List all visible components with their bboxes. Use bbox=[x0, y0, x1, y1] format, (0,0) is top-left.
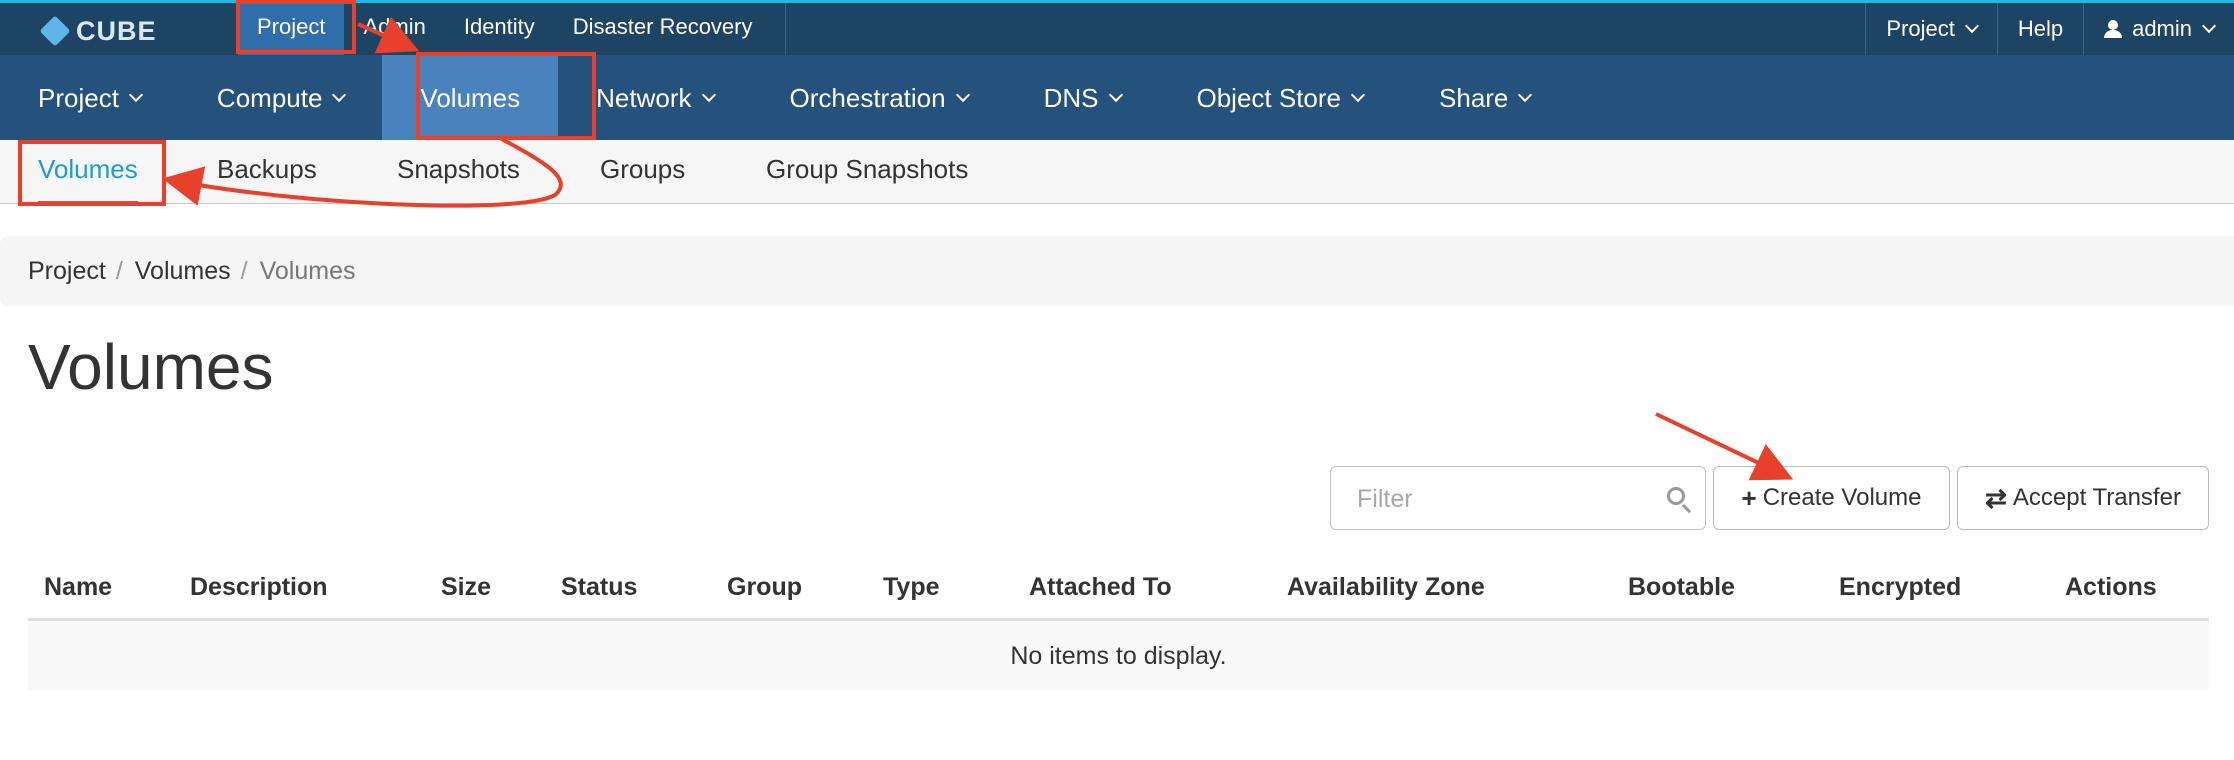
cube-logo-icon bbox=[39, 15, 71, 47]
mainnav-volumes[interactable]: Volumes bbox=[382, 55, 559, 140]
subnav-snapshots[interactable]: Snapshots bbox=[397, 140, 520, 204]
topnav-admin[interactable]: Admin bbox=[344, 3, 444, 55]
breadcrumb-separator: / bbox=[115, 256, 123, 285]
chevron-down-icon bbox=[1108, 87, 1123, 102]
breadcrumb: Project / Volumes / Volumes bbox=[0, 236, 2234, 306]
sub-nav: Volumes Backups Snapshots Groups Group S… bbox=[0, 140, 2234, 204]
create-volume-label: Create Volume bbox=[1762, 484, 1922, 511]
mainnav-share[interactable]: Share bbox=[1401, 55, 1568, 140]
mainnav-network-label: Network bbox=[596, 82, 692, 113]
column-attached-to[interactable]: Attached To bbox=[1013, 556, 1271, 621]
column-availability-zone[interactable]: Availability Zone bbox=[1271, 556, 1612, 621]
chevron-down-icon bbox=[128, 87, 143, 102]
column-size[interactable]: Size bbox=[425, 556, 545, 621]
mainnav-share-label: Share bbox=[1439, 82, 1509, 113]
active-tab-underline bbox=[38, 201, 138, 204]
filter-input[interactable] bbox=[1355, 479, 1659, 519]
mainnav-compute-label: Compute bbox=[216, 82, 323, 113]
top-right-menu: Project Help admin bbox=[1865, 3, 2234, 55]
mainnav-project-label: Project bbox=[38, 82, 119, 113]
column-status[interactable]: Status bbox=[545, 556, 711, 621]
page-title: Volumes bbox=[28, 331, 274, 403]
create-volume-button[interactable]: + Create Volume bbox=[1713, 466, 1950, 530]
chevron-down-icon bbox=[1350, 87, 1366, 102]
top-nav: Project Admin Identity Disaster Recovery bbox=[238, 3, 772, 55]
mainnav-project[interactable]: Project bbox=[0, 55, 179, 140]
user-icon bbox=[2104, 20, 2123, 38]
search-icon[interactable] bbox=[1667, 487, 1685, 505]
topnav-project[interactable]: Project bbox=[238, 3, 345, 55]
filter-field bbox=[1330, 466, 1706, 530]
chevron-down-icon bbox=[332, 87, 347, 102]
top-bar: CUBE Project Admin Identity Disaster Rec… bbox=[0, 0, 2234, 55]
topnav-identity[interactable]: Identity bbox=[445, 3, 554, 55]
mainnav-compute[interactable]: Compute bbox=[179, 55, 383, 140]
column-type[interactable]: Type bbox=[867, 556, 1013, 621]
main-nav: Project Compute Volumes Network Orchestr… bbox=[0, 55, 2234, 140]
accept-transfer-button[interactable]: ⇄ Accept Transfer bbox=[1957, 466, 2209, 530]
mainnav-object-store-label: Object Store bbox=[1196, 82, 1342, 113]
chevron-down-icon bbox=[1964, 18, 1979, 34]
mainnav-object-store[interactable]: Object Store bbox=[1159, 55, 1402, 140]
breadcrumb-project[interactable]: Project bbox=[28, 257, 106, 286]
subnav-group-snapshots[interactable]: Group Snapshots bbox=[766, 140, 968, 204]
subnav-backups[interactable]: Backups bbox=[217, 140, 317, 204]
subnav-volumes[interactable]: Volumes bbox=[38, 140, 138, 204]
breadcrumb-current: Volumes bbox=[259, 256, 356, 285]
subnav-groups[interactable]: Groups bbox=[600, 140, 685, 204]
chevron-down-icon bbox=[1518, 87, 1533, 102]
column-encrypted[interactable]: Encrypted bbox=[1823, 556, 2049, 621]
mainnav-network[interactable]: Network bbox=[558, 55, 751, 140]
column-description[interactable]: Description bbox=[174, 556, 425, 621]
column-name[interactable]: Name bbox=[28, 556, 174, 621]
chevron-down-icon bbox=[2201, 18, 2217, 34]
breadcrumb-separator: / bbox=[240, 256, 248, 285]
project-dropdown-label: Project bbox=[1886, 16, 1955, 41]
column-group[interactable]: Group bbox=[711, 556, 867, 621]
project-dropdown[interactable]: Project bbox=[1865, 3, 1996, 55]
mainnav-dns-label: DNS bbox=[1043, 82, 1099, 113]
exchange-icon: ⇄ bbox=[1985, 482, 2007, 513]
mainnav-volumes-label: Volumes bbox=[420, 82, 521, 113]
brand-name: CUBE bbox=[76, 15, 157, 46]
mainnav-dns[interactable]: DNS bbox=[1006, 55, 1159, 140]
column-actions: Actions bbox=[2049, 556, 2209, 621]
breadcrumb-volumes[interactable]: Volumes bbox=[135, 257, 231, 286]
table-header-row: Name Description Size Status Group Type … bbox=[28, 556, 2209, 621]
topnav-disaster-recovery[interactable]: Disaster Recovery bbox=[554, 3, 772, 55]
mainnav-orchestration-label: Orchestration bbox=[789, 82, 946, 113]
plus-icon: + bbox=[1741, 482, 1757, 513]
user-menu[interactable]: admin bbox=[2083, 3, 2234, 55]
empty-table-message: No items to display. bbox=[28, 619, 2209, 691]
user-name: admin bbox=[2132, 16, 2192, 41]
topnav-divider bbox=[785, 3, 786, 55]
table-row: No items to display. bbox=[28, 619, 2209, 691]
column-bootable[interactable]: Bootable bbox=[1612, 556, 1823, 621]
accept-transfer-label: Accept Transfer bbox=[2012, 484, 2181, 511]
chevron-down-icon bbox=[701, 87, 716, 102]
chevron-down-icon bbox=[955, 87, 970, 102]
help-link[interactable]: Help bbox=[1996, 3, 2083, 55]
brand-logo[interactable]: CUBE bbox=[39, 11, 157, 51]
help-label: Help bbox=[2017, 16, 2064, 41]
mainnav-orchestration[interactable]: Orchestration bbox=[752, 55, 1006, 140]
volumes-table: Name Description Size Status Group Type … bbox=[28, 556, 2209, 691]
